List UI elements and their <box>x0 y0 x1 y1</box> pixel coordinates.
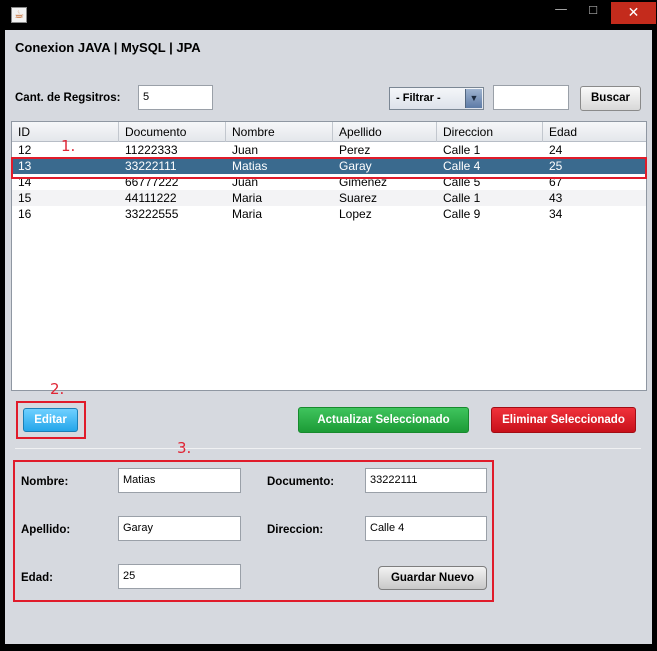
direccion-field[interactable]: Calle 4 <box>365 516 487 541</box>
filter-dropdown[interactable]: - Filtrar - ▼ <box>389 87 484 110</box>
java-cup-icon: ☕ <box>11 7 27 23</box>
minimize-button[interactable]: — <box>548 2 574 26</box>
column-header-apellido[interactable]: Apellido <box>333 122 437 142</box>
edad-label: Edad: <box>21 572 53 584</box>
filter-selected-label: - Filtrar - <box>396 92 441 104</box>
documento-label: Documento: <box>267 476 335 488</box>
chevron-down-icon[interactable]: ▼ <box>465 89 482 108</box>
cell-nombre: Maria <box>232 191 263 205</box>
apellido-label: Apellido: <box>21 524 71 536</box>
save-new-button[interactable]: Guardar Nuevo <box>378 566 487 590</box>
annotation-3: 3. <box>177 439 192 457</box>
cell-documento: 33222555 <box>125 207 179 221</box>
table-row[interactable]: 12 11222333 Juan Perez Calle 1 24 <box>12 142 646 158</box>
cell-edad: 34 <box>549 207 563 221</box>
cell-documento: 44111222 <box>125 191 177 205</box>
cell-id: 16 <box>18 207 32 221</box>
search-button[interactable]: Buscar <box>580 86 641 111</box>
cell-apellido: Lopez <box>339 207 372 221</box>
highlight-box-selected-row <box>11 157 647 179</box>
cell-direccion: Calle 9 <box>443 207 481 221</box>
column-header-nombre[interactable]: Nombre <box>226 122 333 142</box>
table-header: ID Documento Nombre Apellido Direccion E… <box>12 122 646 142</box>
direccion-label: Direccion: <box>267 524 324 536</box>
record-count-input[interactable]: 5 <box>138 85 213 110</box>
app-window: Conexion JAVA | MySQL | JPA Cant. de Reg… <box>5 30 652 644</box>
edit-button[interactable]: Editar <box>23 408 78 432</box>
cell-documento: 11222333 <box>125 143 178 157</box>
column-header-edad[interactable]: Edad <box>543 122 646 142</box>
update-selected-button[interactable]: Actualizar Seleccionado <box>298 407 469 433</box>
annotation-2: 2. <box>50 380 65 398</box>
cell-nombre: Maria <box>232 207 263 221</box>
documento-field[interactable]: 33222111 <box>365 468 487 493</box>
table-row[interactable]: 15 44111222 Maria Suarez Calle 1 43 <box>12 190 646 206</box>
cell-edad: 24 <box>549 143 563 157</box>
column-header-direccion[interactable]: Direccion <box>437 122 543 142</box>
cell-apellido: Perez <box>339 143 371 157</box>
cell-nombre: Juan <box>232 143 259 157</box>
table-row[interactable]: 16 33222555 Maria Lopez Calle 9 34 <box>12 206 646 222</box>
cell-direccion: Calle 1 <box>443 191 481 205</box>
title-bar: ☕ — ☐ ✕ <box>0 0 657 30</box>
close-button[interactable]: ✕ <box>611 2 656 24</box>
cell-direccion: Calle 1 <box>443 143 481 157</box>
filter-input[interactable] <box>493 85 569 110</box>
cell-apellido: Suarez <box>339 191 378 205</box>
column-header-documento[interactable]: Documento <box>119 122 226 142</box>
record-count-label: Cant. de Regsitros: <box>15 92 121 104</box>
annotation-1: 1. <box>61 137 76 155</box>
page-title: Conexion JAVA | MySQL | JPA <box>15 40 201 55</box>
nombre-field[interactable]: Matias <box>118 468 241 493</box>
cell-edad: 43 <box>549 191 563 205</box>
nombre-label: Nombre: <box>21 476 69 488</box>
cell-id: 15 <box>18 191 32 205</box>
edad-field[interactable]: 25 <box>118 564 241 589</box>
divider <box>15 448 641 449</box>
apellido-field[interactable]: Garay <box>118 516 241 541</box>
delete-selected-button[interactable]: Eliminar Seleccionado <box>491 407 636 433</box>
maximize-button[interactable]: ☐ <box>580 4 606 28</box>
